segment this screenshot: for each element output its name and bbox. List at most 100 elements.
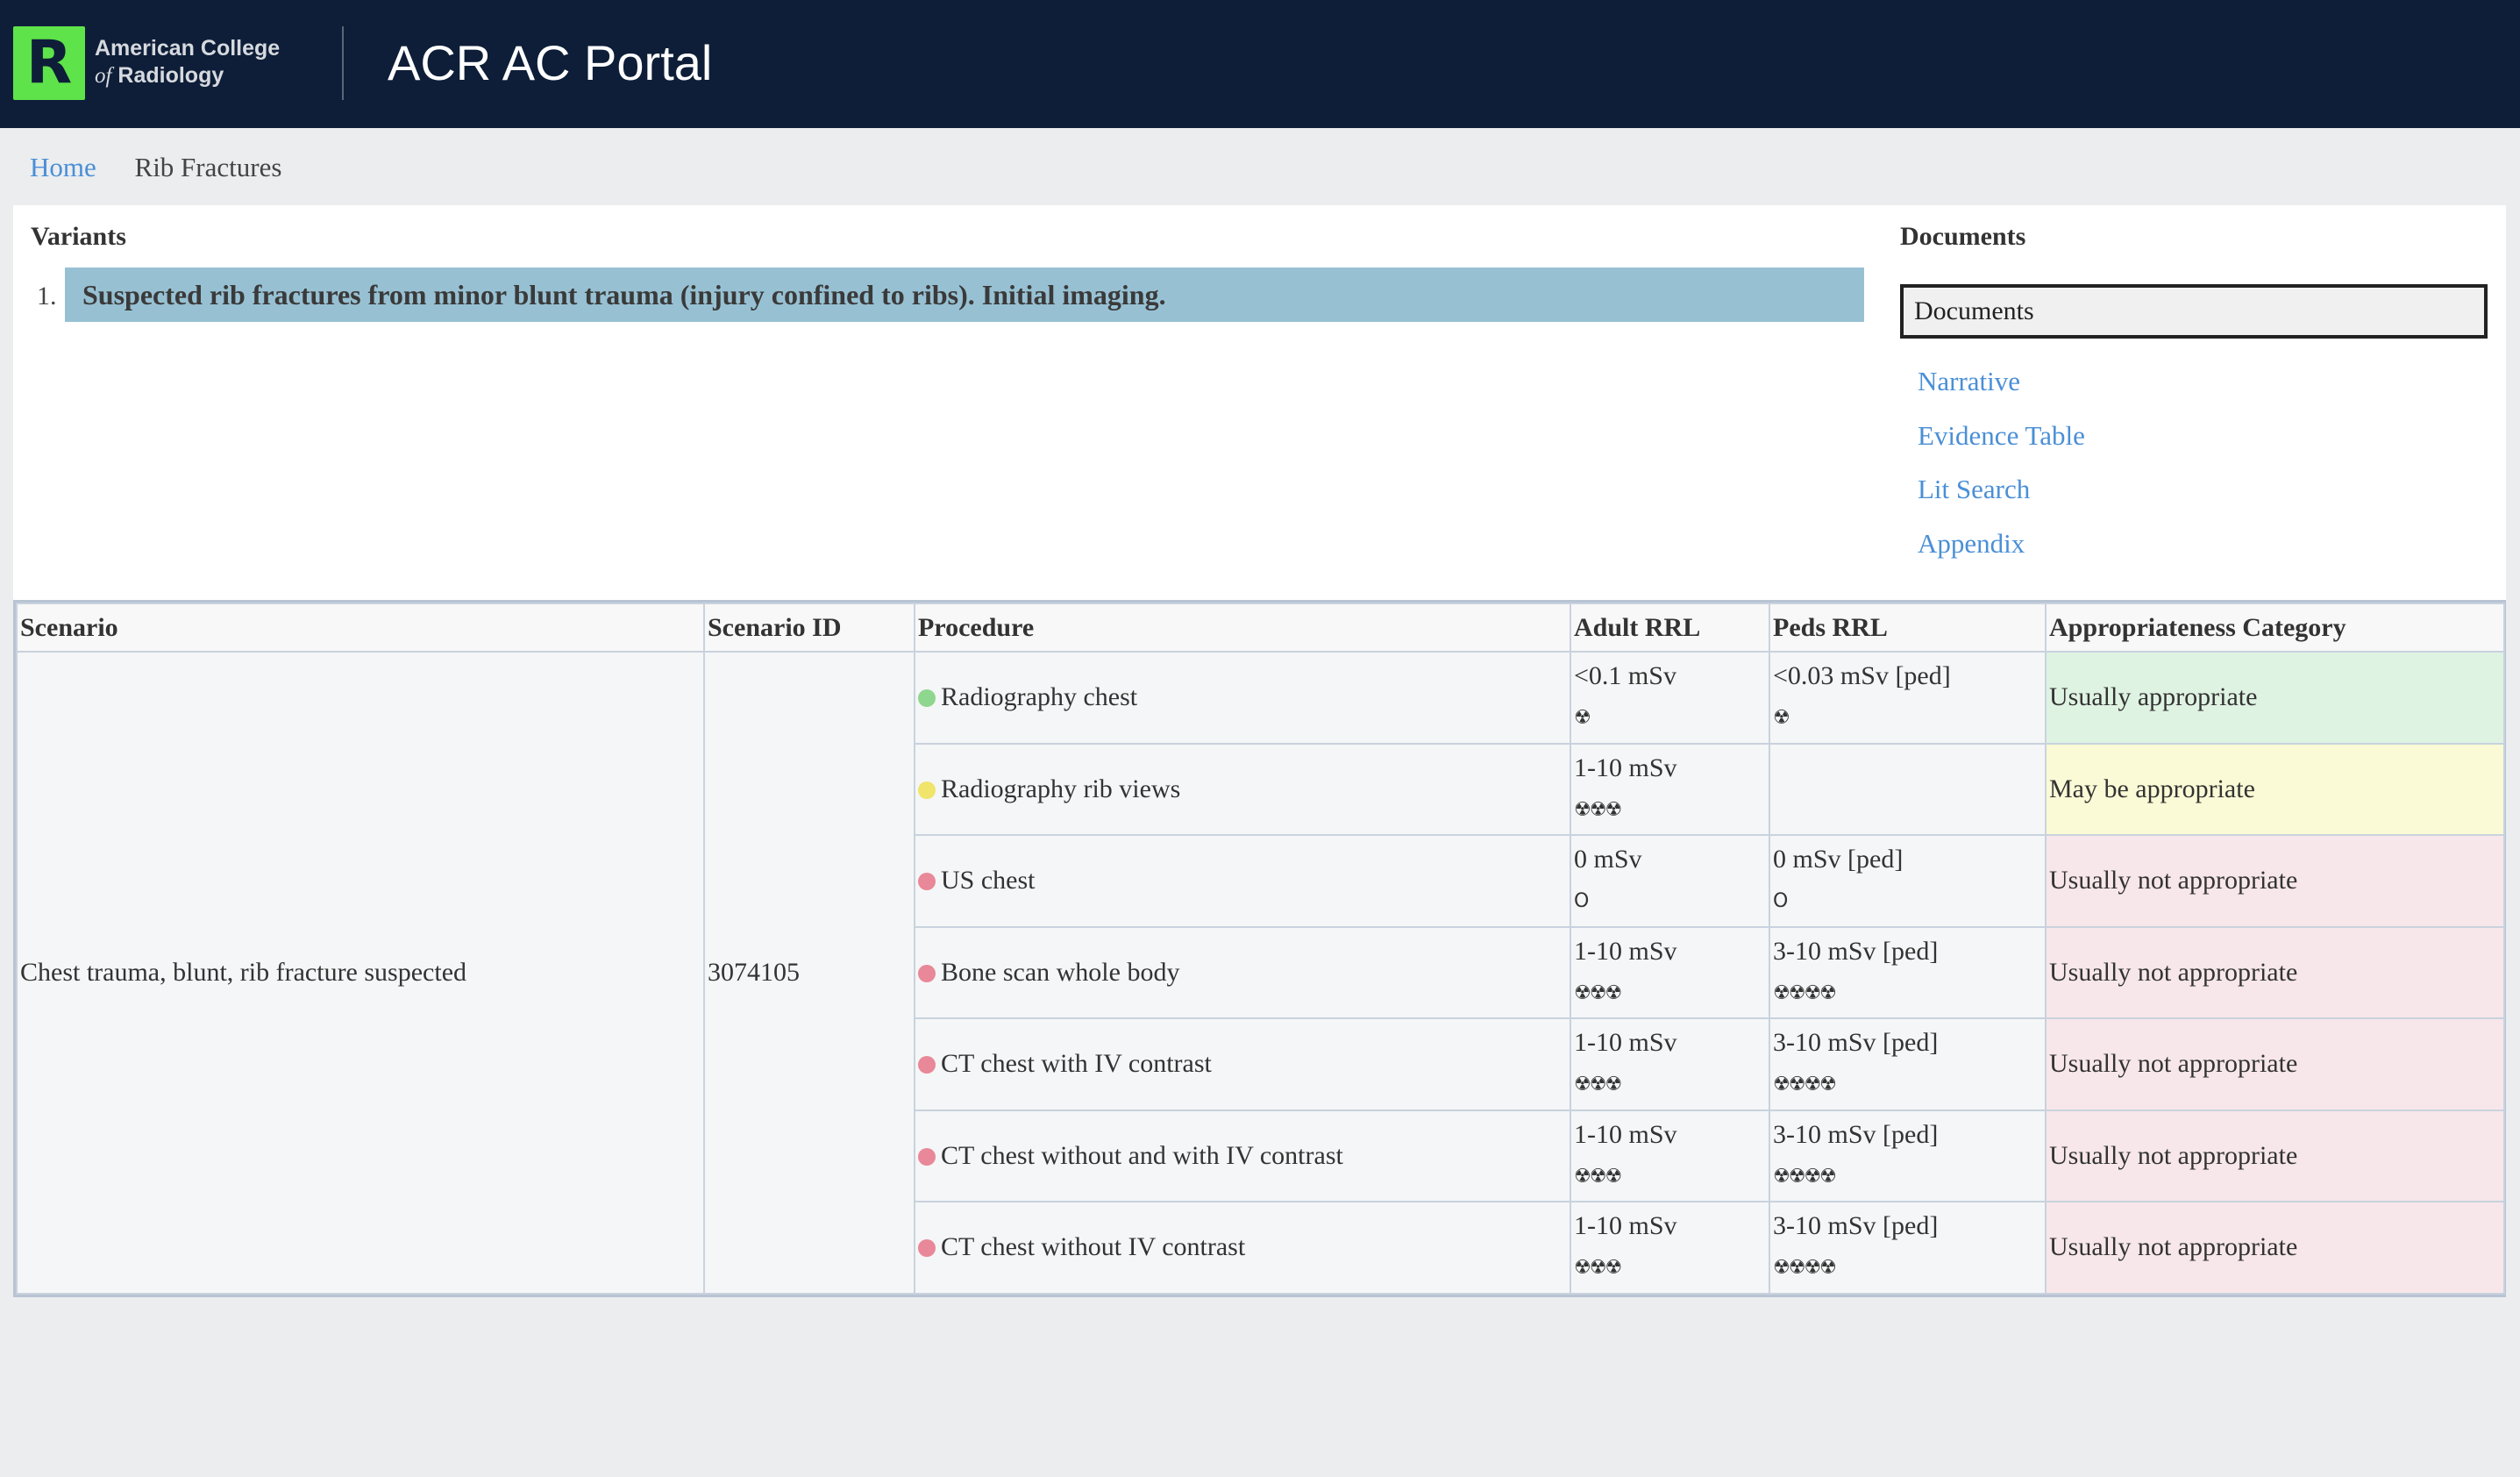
top-header: R American College of Radiology ACR AC P… [0, 0, 2520, 128]
appropriateness-dot-icon [918, 1147, 936, 1166]
table-row: Chest trauma, blunt, rib fracture suspec… [16, 651, 2505, 1295]
appropriateness-cell: Usually not appropriate [2045, 925, 2505, 1019]
adult-rrl-cell: 1-10 mSv ☢☢☢ [1570, 742, 1770, 836]
radiation-level-icon: ☢☢☢ [1574, 1074, 1622, 1096]
procedure-cell[interactable]: CT chest with IV contrast [914, 1017, 1571, 1111]
procedure-name: CT chest without IV contrast [941, 1232, 1246, 1262]
lit-search-link[interactable]: Lit Search [1918, 471, 2030, 508]
org-name: American College of Radiology [95, 35, 280, 89]
col-header-appropriateness[interactable]: Appropriateness Category [2045, 603, 2505, 653]
appropriateness-category: Usually not appropriate [2049, 1140, 2298, 1170]
logo-letter: R [25, 28, 73, 97]
col-header-scenario-id[interactable]: Scenario ID [703, 603, 915, 653]
appropriateness-dot-icon [918, 1056, 936, 1074]
peds-rrl-cell: 3-10 mSv [ped] ☢☢☢☢ [1769, 1109, 2047, 1202]
appropriateness-dot-icon [918, 689, 936, 708]
procedure-name: CT chest without and with IV contrast [941, 1140, 1343, 1170]
radiation-level-icon: ☢☢☢ [1574, 1165, 1622, 1188]
peds-dose: <0.03 mSv [ped] [1773, 661, 1951, 691]
variant-item-selected[interactable]: Suspected rib fractures from minor blunt… [65, 268, 1864, 322]
adult-rrl-cell: 1-10 mSv ☢☢☢ [1570, 1017, 1770, 1111]
procedure-cell[interactable]: CT chest without and with IV contrast [914, 1109, 1571, 1202]
radiation-level-icon: ☢☢☢ [1574, 1257, 1622, 1280]
adult-rrl-cell: 0 mSv O [1570, 834, 1770, 928]
appropriateness-dot-icon [918, 781, 936, 799]
variant-number: 1. [37, 282, 57, 310]
appendix-link[interactable]: Appendix [1918, 525, 2025, 562]
breadcrumb: Home Rib Fractures [30, 149, 281, 186]
adult-dose: 0 mSv [1574, 845, 1642, 874]
appropriateness-cell: Usually appropriate [2045, 651, 2505, 745]
app-title: ACR AC Portal [388, 35, 713, 90]
org-name-line1: American College [95, 36, 281, 61]
peds-rrl-cell [1769, 742, 2047, 836]
col-header-procedure[interactable]: Procedure [914, 603, 1571, 653]
adult-dose: 1-10 mSv [1574, 753, 1677, 782]
col-header-scenario[interactable]: Scenario [16, 603, 705, 653]
org-name-line2: of Radiology [95, 62, 280, 89]
variants-heading: Variants [31, 222, 126, 251]
adult-dose: <0.1 mSv [1574, 661, 1676, 691]
adult-rrl-cell: <0.1 mSv ☢ [1570, 651, 1770, 745]
documents-dropdown[interactable]: Documents [1900, 284, 2488, 339]
col-header-adult-rrl[interactable]: Adult RRL [1570, 603, 1770, 653]
evidence-table-link[interactable]: Evidence Table [1918, 417, 2085, 454]
peds-rrl-cell: 3-10 mSv [ped] ☢☢☢☢ [1769, 1201, 2047, 1295]
table-header-row: Scenario Scenario ID Procedure Adult RRL… [16, 603, 2505, 653]
radiation-level-icon: ☢☢☢☢ [1773, 1165, 1837, 1188]
procedure-cell[interactable]: US chest [914, 834, 1571, 928]
peds-rrl-cell: 0 mSv [ped] O [1769, 834, 2047, 928]
radiation-level-icon: O [1773, 890, 1788, 913]
radiation-level-icon: O [1574, 890, 1589, 913]
radiation-level-icon: ☢ [1773, 707, 1790, 730]
peds-dose: 3-10 mSv [ped] [1773, 1211, 1939, 1241]
appropriateness-cell: Usually not appropriate [2045, 834, 2505, 928]
appropriateness-cell: Usually not appropriate [2045, 1017, 2505, 1111]
header-divider [342, 26, 344, 100]
procedure-name: CT chest with IV contrast [941, 1049, 1212, 1079]
procedure-cell[interactable]: Radiography rib views [914, 742, 1571, 836]
acr-logo[interactable]: R [13, 26, 85, 100]
documents-heading: Documents [1900, 222, 2026, 251]
recommendations-table: Scenario Scenario ID Procedure Adult RRL… [13, 600, 2506, 1297]
procedure-name: Radiography chest [941, 682, 1138, 712]
breadcrumb-home-link[interactable]: Home [30, 152, 96, 182]
appropriateness-dot-icon [918, 873, 936, 891]
appropriateness-category: Usually appropriate [2049, 682, 2258, 712]
adult-dose: 1-10 mSv [1574, 1211, 1677, 1241]
peds-dose: 3-10 mSv [ped] [1773, 1028, 1939, 1058]
peds-rrl-cell: 3-10 mSv [ped] ☢☢☢☢ [1769, 1017, 2047, 1111]
narrative-link[interactable]: Narrative [1918, 363, 2020, 400]
adult-dose: 1-10 mSv [1574, 1028, 1677, 1058]
org-name-rest: Radiology [117, 63, 224, 88]
radiation-level-icon: ☢☢☢ [1574, 798, 1622, 821]
appropriateness-dot-icon [918, 1239, 936, 1258]
appropriateness-cell: May be appropriate [2045, 742, 2505, 836]
scenario-cell: Chest trauma, blunt, rib fracture suspec… [16, 651, 705, 1295]
appropriateness-category: Usually not appropriate [2049, 1049, 2298, 1079]
appropriateness-category: Usually not appropriate [2049, 1232, 2298, 1262]
appropriateness-dot-icon [918, 964, 936, 982]
adult-dose: 1-10 mSv [1574, 1119, 1677, 1149]
adult-dose: 1-10 mSv [1574, 936, 1677, 966]
procedure-cell[interactable]: Radiography chest [914, 651, 1571, 745]
org-name-of: of [95, 64, 112, 88]
radiation-level-icon: ☢ [1574, 707, 1591, 730]
variants-panel [13, 205, 2506, 600]
adult-rrl-cell: 1-10 mSv ☢☢☢ [1570, 1109, 1770, 1202]
peds-rrl-cell: <0.03 mSv [ped] ☢ [1769, 651, 2047, 745]
adult-rrl-cell: 1-10 mSv ☢☢☢ [1570, 1201, 1770, 1295]
peds-dose: 3-10 mSv [ped] [1773, 1119, 1939, 1149]
peds-dose: 3-10 mSv [ped] [1773, 936, 1939, 966]
peds-rrl-cell: 3-10 mSv [ped] ☢☢☢☢ [1769, 925, 2047, 1019]
procedure-name: Bone scan whole body [941, 957, 1180, 987]
radiation-level-icon: ☢☢☢☢ [1773, 981, 1837, 1004]
procedure-cell[interactable]: Bone scan whole body [914, 925, 1571, 1019]
breadcrumb-current: Rib Fractures [134, 152, 282, 182]
appropriateness-category: Usually not appropriate [2049, 866, 2298, 895]
adult-rrl-cell: 1-10 mSv ☢☢☢ [1570, 925, 1770, 1019]
peds-dose: 0 mSv [ped] [1773, 845, 1904, 874]
appropriateness-category: Usually not appropriate [2049, 957, 2298, 987]
col-header-peds-rrl[interactable]: Peds RRL [1769, 603, 2047, 653]
procedure-cell[interactable]: CT chest without IV contrast [914, 1201, 1571, 1295]
